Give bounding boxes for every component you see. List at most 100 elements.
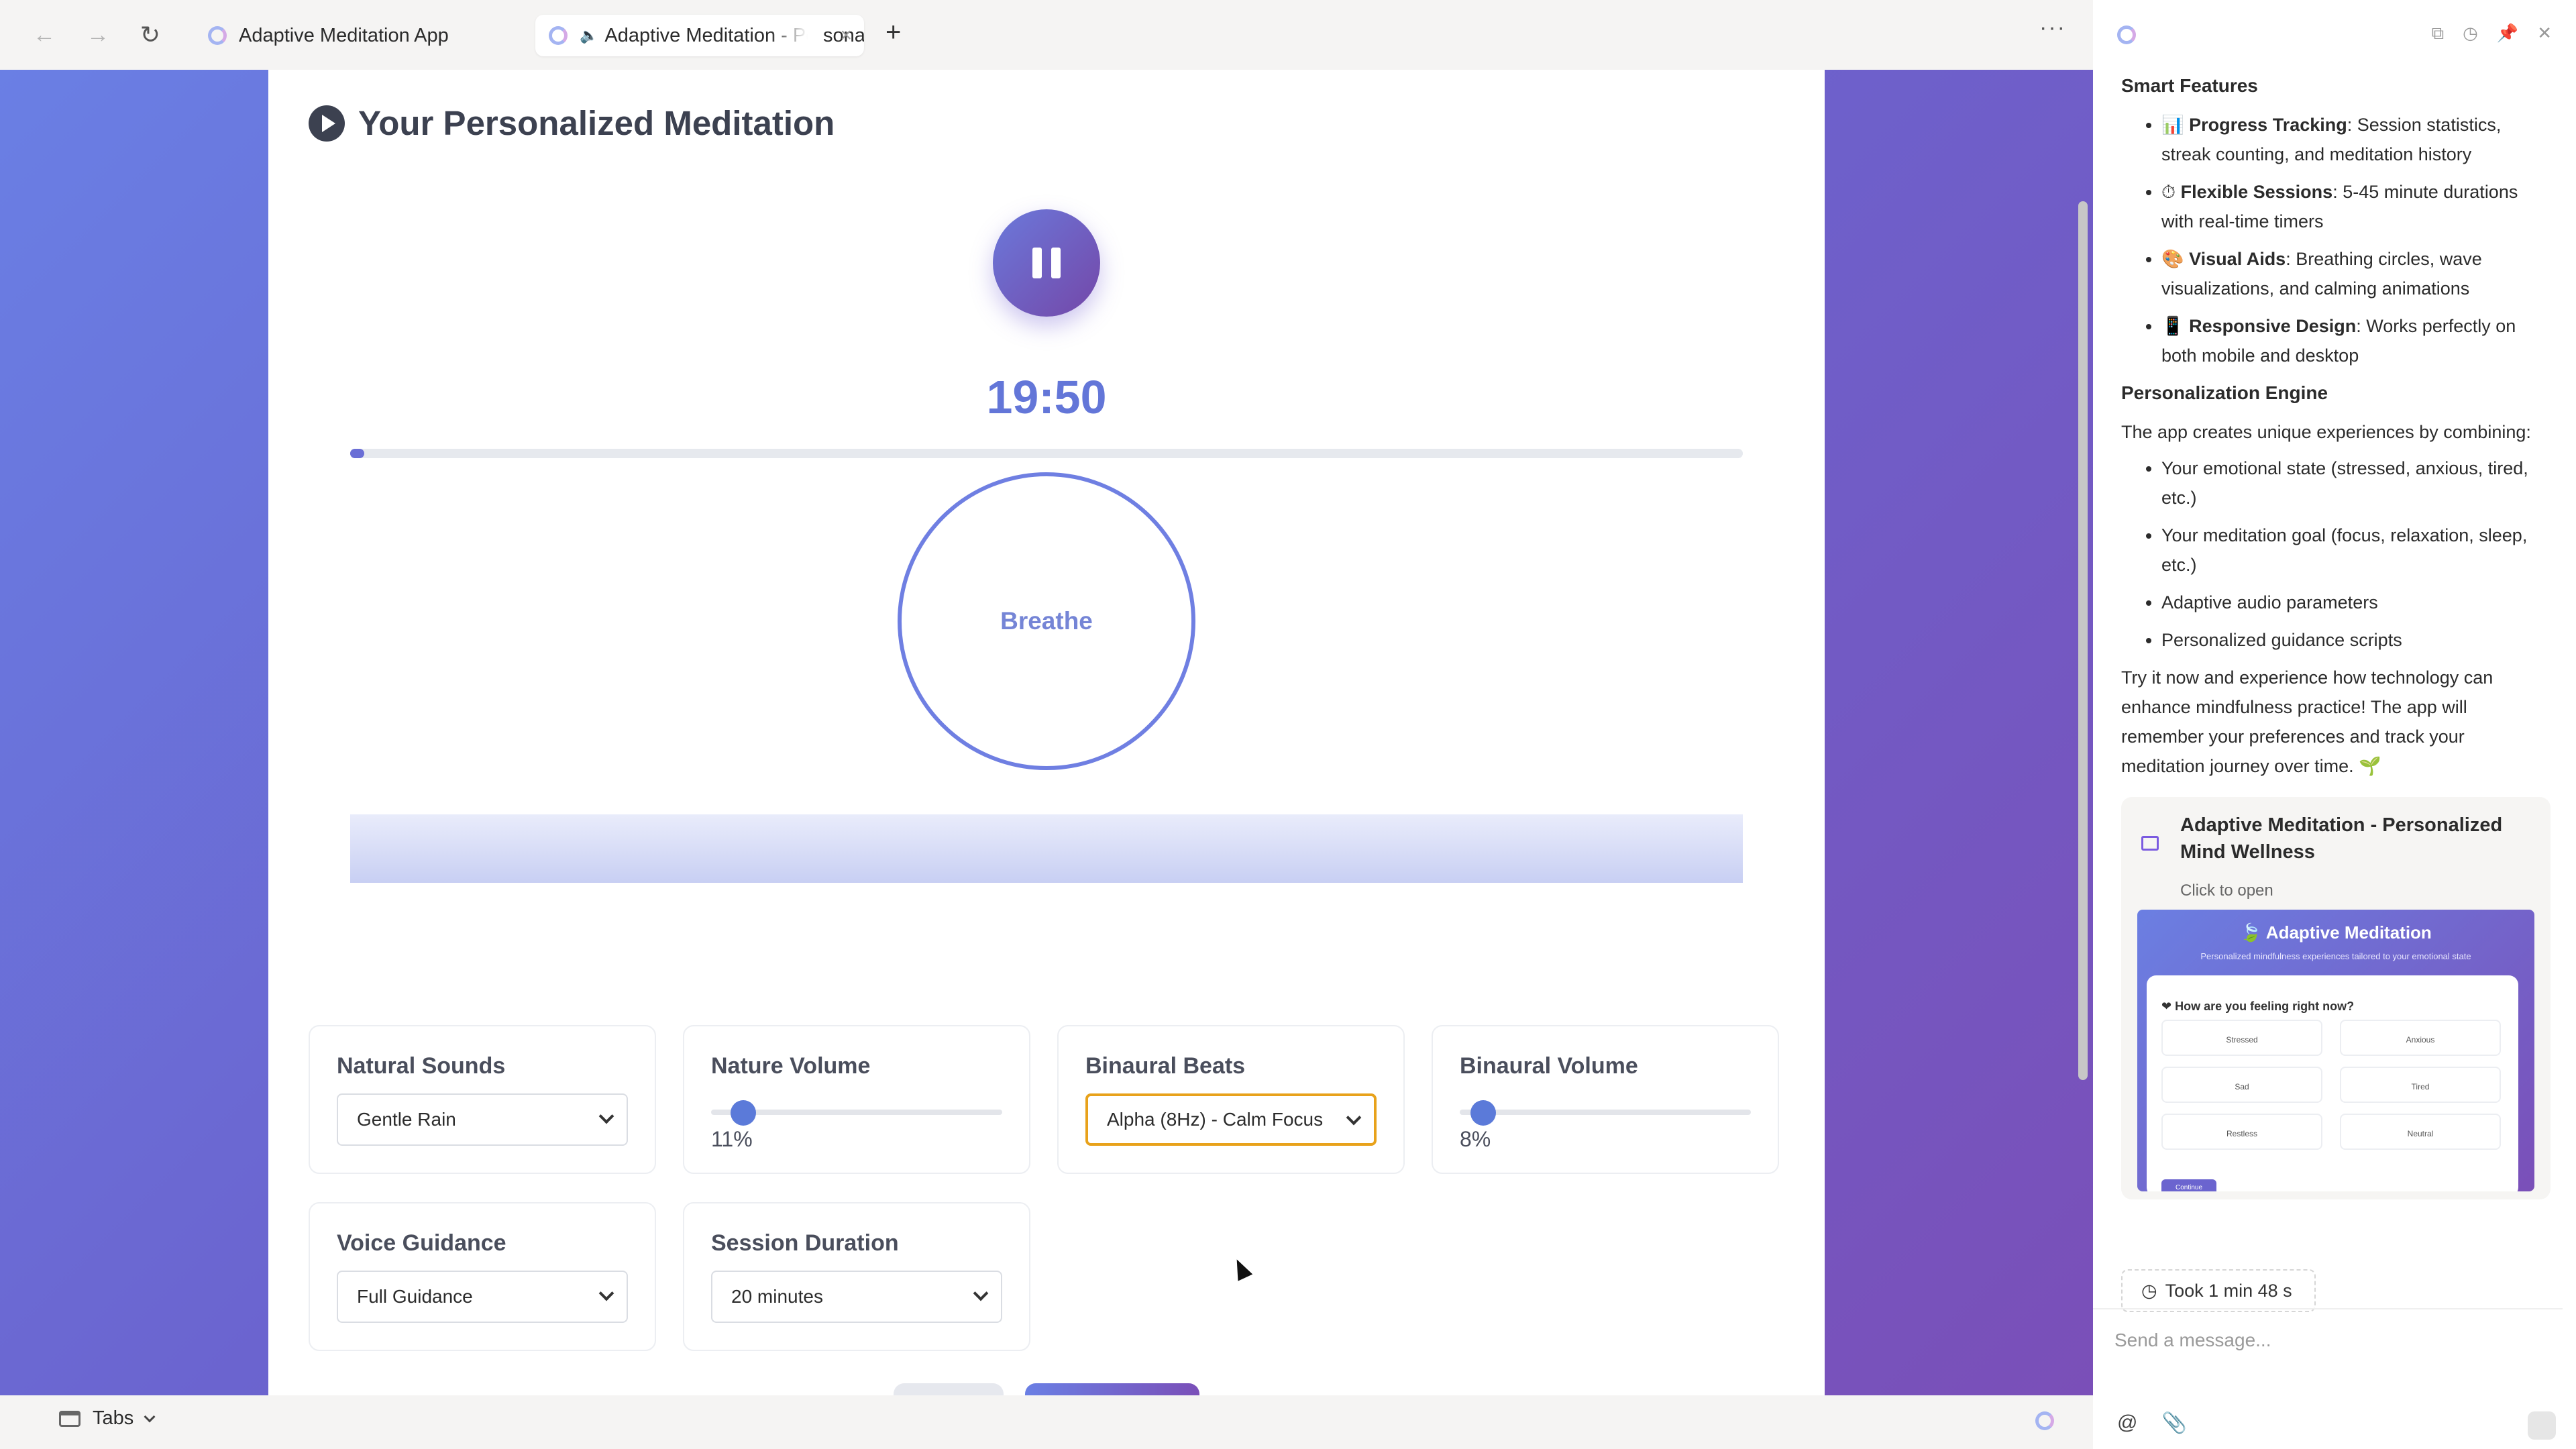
tab-label: Adaptive Meditation App — [239, 24, 449, 46]
list-item: 📊 Progress Tracking: Session statistics,… — [2161, 110, 2551, 169]
session-title-row: Your Personalized Meditation — [309, 103, 835, 143]
binaural-volume-value: 8% — [1460, 1127, 1491, 1151]
mood-option: Restless — [2161, 1114, 2322, 1150]
list-item: Adaptive audio parameters — [2161, 588, 2551, 617]
voice-guidance-value: Full Guidance — [357, 1286, 473, 1307]
mood-option: Anxious — [2340, 1020, 2501, 1056]
voice-guidance-select[interactable]: Full Guidance — [337, 1271, 628, 1323]
mood-option: Stressed — [2161, 1020, 2322, 1056]
nature-volume-panel: Nature Volume 11% — [683, 1025, 1030, 1174]
binaural-beats-panel: Binaural Beats Alpha (8Hz) - Calm Focus — [1057, 1025, 1405, 1174]
artifact-card[interactable]: Adaptive Meditation - Personalized Mind … — [2121, 797, 2551, 1199]
breathing-circle: Breathe — [898, 472, 1195, 770]
pin-icon[interactable]: 📌 — [2497, 23, 2518, 44]
chevron-down-icon — [1346, 1110, 1362, 1126]
message-tools: @ 📎 — [2117, 1411, 2187, 1435]
chevron-down-icon — [598, 1285, 614, 1301]
tab-adaptive-meditation-active[interactable]: 🔈 Adaptive Meditation - Personalized Min… — [535, 15, 864, 56]
natural-sounds-select[interactable]: Gentle Rain — [337, 1093, 628, 1146]
side-panel-header: ⧉ ◷ 📌 ✕ — [2093, 0, 2576, 70]
binaural-volume-thumb[interactable] — [1470, 1100, 1496, 1126]
duration-badge[interactable]: ◷ Took 1 min 48 s — [2121, 1269, 2316, 1312]
tab-label: Adaptive Meditation - Personalized Mind … — [604, 24, 864, 46]
palette-emoji-icon: 🎨 — [2161, 249, 2184, 269]
speaker-icon: 🔈 — [580, 27, 598, 44]
assistant-logo-icon — [2117, 25, 2136, 44]
more-menu-icon[interactable]: ··· — [2039, 15, 2066, 41]
page-title: Your Personalized Meditation — [358, 104, 835, 142]
divider — [2093, 1308, 2563, 1309]
back-button[interactable]: ← — [27, 17, 62, 52]
tab-adaptive-meditation-app[interactable]: Adaptive Meditation App — [195, 15, 510, 56]
voice-guidance-label: Voice Guidance — [337, 1230, 506, 1256]
mood-option: Neutral — [2340, 1114, 2501, 1150]
send-button[interactable] — [2528, 1411, 2556, 1440]
clock-icon: ◷ — [2141, 1280, 2157, 1301]
list-item: Your meditation goal (focus, relaxation,… — [2161, 521, 2551, 580]
list-item: 📱 Responsive Design: Works perfectly on … — [2161, 311, 2551, 370]
artifact-subtitle: Click to open — [2180, 881, 2273, 900]
artifact-thumbnail: 🍃 Adaptive Meditation Personalized mindf… — [2137, 910, 2534, 1191]
nature-volume-value: 11% — [711, 1127, 753, 1151]
side-panel-toolbar: ⧉ ◷ 📌 ✕ — [2432, 23, 2552, 44]
session-progress-fill — [350, 449, 364, 458]
assistant-side-panel: ⧉ ◷ 📌 ✕ Smart Features 📊 Progress Tracki… — [2093, 0, 2576, 1449]
binaural-volume-label: Binaural Volume — [1460, 1053, 1638, 1079]
forward-button[interactable]: → — [80, 17, 115, 52]
phone-emoji-icon: 📱 — [2161, 316, 2184, 336]
page-scrollbar[interactable] — [2078, 201, 2088, 1080]
mention-icon[interactable]: @ — [2117, 1411, 2137, 1435]
pause-button[interactable] — [993, 209, 1100, 317]
binaural-beats-value: Alpha (8Hz) - Calm Focus — [1107, 1109, 1324, 1130]
nature-volume-slider[interactable] — [711, 1100, 1002, 1126]
loading-spinner-icon — [2035, 1411, 2054, 1430]
engine-list: Your emotional state (stressed, anxious,… — [2121, 453, 2551, 655]
list-item: ⏱ Flexible Sessions: 5-45 minute duratio… — [2161, 177, 2551, 236]
tab-fade — [770, 15, 824, 56]
mood-option: Sad — [2161, 1067, 2322, 1103]
session-duration-panel: Session Duration 20 minutes — [683, 1202, 1030, 1351]
close-tab-icon[interactable]: × — [840, 24, 852, 47]
session-progress-bar — [350, 449, 1743, 458]
engine-heading: Personalization Engine — [2121, 382, 2328, 403]
play-circle-icon — [309, 105, 345, 142]
primary-action-button[interactable] — [1025, 1383, 1199, 1395]
nature-volume-label: Nature Volume — [711, 1053, 871, 1079]
chevron-down-icon — [973, 1285, 989, 1301]
breath-label: Breathe — [1000, 607, 1093, 635]
binaural-beats-select[interactable]: Alpha (8Hz) - Calm Focus — [1085, 1093, 1377, 1146]
tabs-icon — [59, 1410, 80, 1427]
natural-sounds-value: Gentle Rain — [357, 1109, 456, 1130]
binaural-volume-slider[interactable] — [1460, 1100, 1751, 1126]
chevron-down-icon — [598, 1108, 614, 1124]
feature-title: Responsive Design — [2189, 316, 2357, 336]
new-chat-icon[interactable]: ⧉ — [2432, 23, 2445, 44]
stopwatch-emoji-icon: ⏱ — [2161, 182, 2176, 202]
voice-guidance-panel: Voice Guidance Full Guidance — [309, 1202, 656, 1351]
natural-sounds-label: Natural Sounds — [337, 1053, 506, 1079]
reload-button[interactable]: ↻ — [133, 17, 168, 52]
history-icon[interactable]: ◷ — [2463, 23, 2478, 44]
new-tab-button[interactable]: + — [885, 17, 901, 48]
session-duration-label: Session Duration — [711, 1230, 899, 1256]
message-input[interactable]: Send a message... — [2114, 1330, 2271, 1351]
nature-volume-thumb[interactable] — [730, 1100, 756, 1126]
duration-text: Took 1 min 48 s — [2165, 1280, 2292, 1301]
feature-title: Progress Tracking — [2189, 115, 2347, 135]
chart-emoji-icon: 📊 — [2161, 115, 2184, 135]
secondary-action-button[interactable] — [894, 1383, 1004, 1395]
attach-icon[interactable]: 📎 — [2161, 1411, 2186, 1435]
list-item: 🎨 Visual Aids: Breathing circles, wave v… — [2161, 244, 2551, 303]
smart-features-heading: Smart Features — [2121, 75, 2258, 96]
session-duration-select[interactable]: 20 minutes — [711, 1271, 1002, 1323]
thumb-mood-card: ❤ How are you feeling right now? Stresse… — [2147, 975, 2518, 1191]
browser-bottom-bar: Tabs — [0, 1395, 2093, 1449]
browser-top-bar: ← → ↻ Adaptive Meditation App 🔈 Adaptive… — [0, 0, 2093, 70]
binaural-volume-panel: Binaural Volume 8% — [1432, 1025, 1779, 1174]
session-duration-value: 20 minutes — [731, 1286, 823, 1307]
pause-icon — [1051, 248, 1061, 278]
tabs-menu-button[interactable]: Tabs — [59, 1407, 156, 1430]
app-favicon-icon — [208, 26, 227, 45]
close-icon[interactable]: ✕ — [2537, 23, 2552, 44]
smart-features-list: 📊 Progress Tracking: Session statistics,… — [2121, 110, 2551, 370]
